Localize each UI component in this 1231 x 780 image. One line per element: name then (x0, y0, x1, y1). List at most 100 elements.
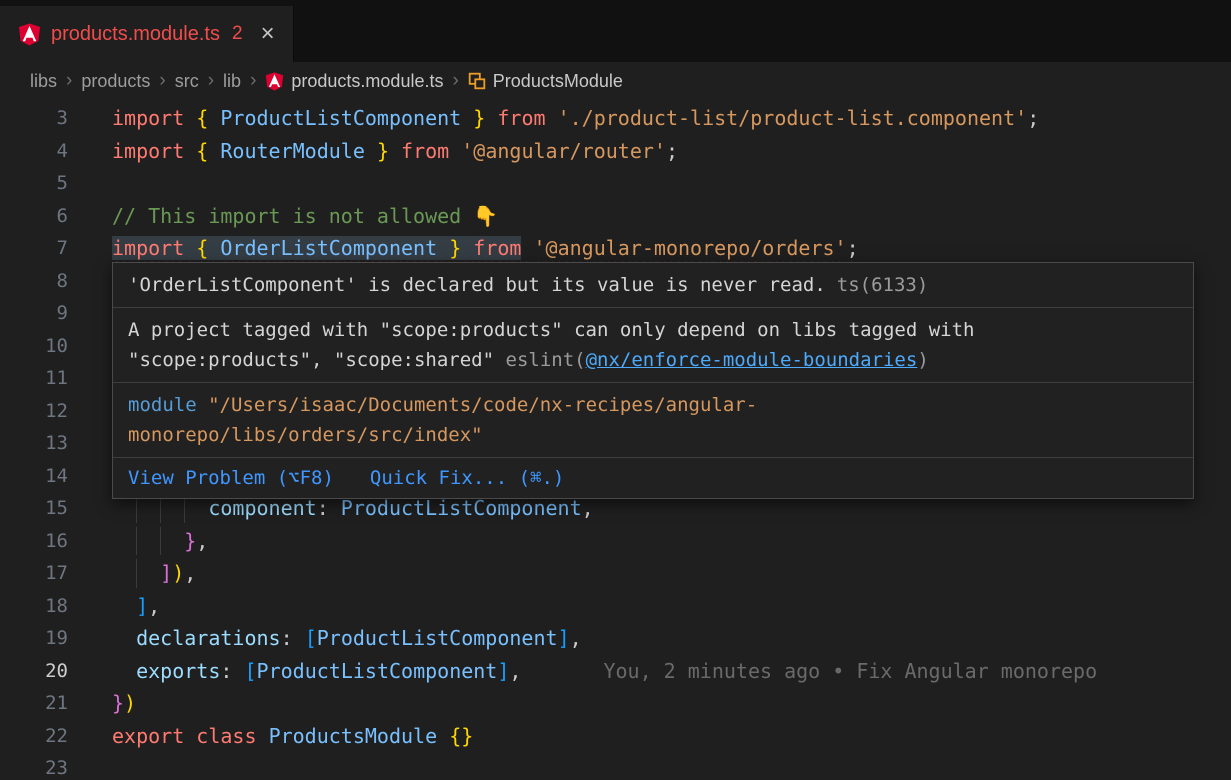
line-number: 14 (0, 460, 68, 493)
code-line[interactable]: 7 import { OrderListComponent } from '@an… (0, 232, 1231, 265)
breadcrumb-item-products[interactable]: products (81, 71, 150, 92)
code-token (184, 236, 196, 260)
code-content: exports: [ProductListComponent],You, 2 m… (112, 655, 1231, 688)
code-token: [ (244, 659, 256, 683)
code-token: RouterModule (220, 139, 365, 163)
code-token: ) (124, 691, 136, 715)
code-token: : (317, 496, 341, 520)
code-line[interactable]: 16 }, (0, 525, 1231, 558)
code-token: export (112, 724, 184, 748)
line-number: 18 (0, 590, 68, 623)
code-token (449, 139, 461, 163)
line-number: 11 (0, 362, 68, 395)
code-token: ] (497, 659, 509, 683)
code-content: import { OrderListComponent } from '@ang… (112, 232, 1231, 265)
code-token: : (220, 659, 244, 683)
code-content: import { RouterModule } from '@angular/r… (112, 135, 1231, 168)
line-number: 21 (0, 687, 68, 720)
line-number: 16 (0, 525, 68, 558)
indent-guide (160, 527, 161, 556)
line-number: 17 (0, 557, 68, 590)
tab-products-module[interactable]: products.module.ts 2 × (0, 6, 294, 62)
code-content: // This import is not allowed 👇 (112, 200, 1231, 233)
code-line[interactable]: 20 exports: [ProductListComponent],You, … (0, 655, 1231, 688)
code-line[interactable]: 18 ], (0, 590, 1231, 623)
code-token: } (184, 529, 196, 553)
code-content: ], (112, 590, 1231, 623)
code-line[interactable]: 17 ]), (0, 557, 1231, 590)
code-token (365, 139, 377, 163)
code-token (184, 106, 196, 130)
code-token: import (112, 236, 184, 260)
chevron-right-icon: › (159, 70, 165, 92)
eslint-rule-link[interactable]: @nx/enforce-module-boundaries (586, 349, 918, 371)
line-number: 5 (0, 167, 68, 200)
code-token (461, 236, 473, 260)
code-token (112, 594, 136, 618)
code-token: from (473, 236, 521, 260)
hover-action-bar: View Problem (⌥F8) Quick Fix... (⌘.) (113, 458, 1193, 498)
code-line[interactable]: 5 (0, 167, 1231, 200)
eslint-source-prefix: eslint( (506, 349, 586, 371)
code-line[interactable]: 21}) (0, 687, 1231, 720)
breadcrumb-item-libs[interactable]: libs (30, 71, 57, 92)
code-token: ) (172, 561, 184, 585)
code-token: from (401, 139, 449, 163)
angular-icon (18, 23, 41, 46)
code-token (257, 724, 269, 748)
breadcrumb-item-symbol[interactable]: ProductsModule (468, 71, 623, 92)
indent-guide (136, 559, 137, 588)
code-line[interactable]: 3import { ProductListComponent } from '.… (0, 102, 1231, 135)
code-token: ; (666, 139, 678, 163)
module-keyword: module (128, 394, 197, 416)
code-token: from (497, 106, 545, 130)
line-number: 19 (0, 622, 68, 655)
angular-icon (265, 72, 284, 91)
code-token (389, 139, 401, 163)
code-line[interactable]: 23 (0, 752, 1231, 780)
code-content (112, 752, 1231, 780)
breadcrumb: libs › products › src › lib › products.m… (0, 62, 1231, 100)
view-problem-action[interactable]: View Problem (⌥F8) (128, 465, 334, 491)
module-path-line2: monorepo/libs/orders/src/index" (128, 424, 483, 446)
code-token (546, 106, 558, 130)
module-path-line1: "/Users/isaac/Documents/code/nx-recipes/… (197, 394, 758, 416)
code-token (437, 724, 449, 748)
eslint-message-line1: A project tagged with "scope:products" c… (128, 319, 974, 341)
code-content: declarations: [ProductListComponent], (112, 622, 1231, 655)
code-token: , (582, 496, 594, 520)
eslint-message-line2: "scope:products", "scope:shared" (128, 349, 506, 371)
code-token (112, 659, 136, 683)
close-icon[interactable]: × (261, 22, 275, 46)
code-content: import { ProductListComponent } from './… (112, 102, 1231, 135)
line-number: 7 (0, 232, 68, 265)
breadcrumb-item-src[interactable]: src (175, 71, 199, 92)
quick-fix-action[interactable]: Quick Fix... (⌘.) (370, 465, 564, 491)
line-number: 8 (0, 265, 68, 298)
code-token (184, 139, 196, 163)
code-content: export class ProductsModule {} (112, 720, 1231, 753)
code-token: declarations (136, 626, 281, 650)
code-token: } (112, 691, 124, 715)
line-number: 13 (0, 427, 68, 460)
code-line[interactable]: 4import { RouterModule } from '@angular/… (0, 135, 1231, 168)
code-token (485, 106, 497, 130)
code-line[interactable]: 19 declarations: [ProductListComponent], (0, 622, 1231, 655)
code-token: OrderListComponent (220, 236, 437, 260)
code-token: class (196, 724, 256, 748)
code-token (437, 236, 449, 260)
indent-guide (136, 527, 137, 556)
line-number: 10 (0, 330, 68, 363)
code-token: ] (160, 561, 172, 585)
code-token: ProductListComponent (341, 496, 582, 520)
code-token: [ (305, 626, 317, 650)
eslint-source-suffix: ) (917, 349, 928, 371)
breadcrumb-item-file[interactable]: products.module.ts (265, 71, 443, 92)
code-token (208, 236, 220, 260)
breadcrumb-item-lib[interactable]: lib (223, 71, 241, 92)
ts-diagnostic-message: 'OrderListComponent' is declared but its… (128, 274, 826, 296)
class-symbol-icon (468, 72, 486, 90)
code-token: ; (1027, 106, 1039, 130)
code-line[interactable]: 6// This import is not allowed 👇 (0, 200, 1231, 233)
code-line[interactable]: 22export class ProductsModule {} (0, 720, 1231, 753)
